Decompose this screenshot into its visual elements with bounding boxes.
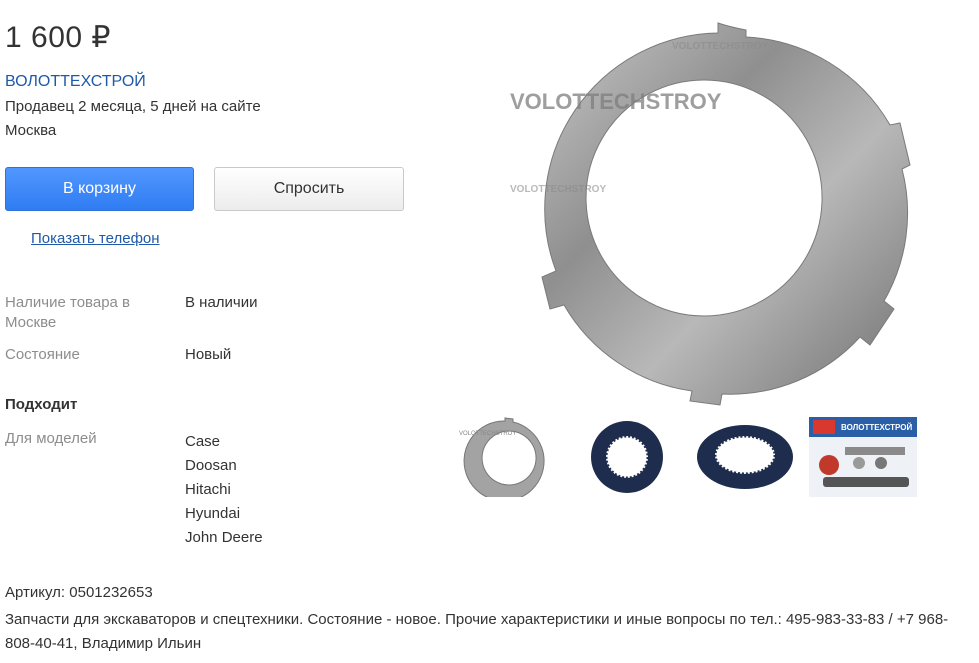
list-item: John Deere: [185, 529, 263, 546]
spec-value-availability: В наличии: [185, 294, 258, 311]
thumbnail-company-ad[interactable]: ВОЛОТТЕХСТРОЙ: [809, 417, 917, 497]
thumbnail-strip: VOLOTTECHSTROY ВОЛОТТЕХСТРОЙ: [455, 417, 917, 497]
spec-label-availability: Наличие товара в Москве: [5, 294, 131, 331]
ask-button[interactable]: Спросить: [214, 167, 404, 211]
article-number: Артикул: 0501232653: [5, 584, 153, 601]
show-phone-link[interactable]: Показать телефон: [31, 230, 160, 247]
spec-value-condition: Новый: [185, 346, 232, 363]
svg-text:VOLOTTECHSTROY: VOLOTTECHSTROY: [459, 431, 516, 437]
list-item: Hitachi: [185, 481, 231, 498]
main-photo[interactable]: VOLOTTECHSTROY VOLOTTECHSTROY VOLOTTECHS…: [490, 5, 972, 414]
spec-label-condition: Состояние: [5, 346, 80, 363]
watermark: VOLOTTECHSTROY: [510, 184, 606, 195]
seller-city: Москва: [5, 122, 57, 139]
seller-name-link[interactable]: ВОЛОТТЕХСТРОЙ: [5, 73, 146, 91]
list-item: Hyundai: [185, 505, 241, 522]
thumbnail-friction-disc[interactable]: [573, 417, 681, 497]
add-to-cart-button[interactable]: В корзину: [5, 167, 194, 211]
friction-disc-angle-thumb-icon: [697, 425, 793, 489]
thumbnail-friction-disc-angle[interactable]: [691, 417, 799, 497]
models-list: Case Doosan Hitachi Hyundai John Deere: [185, 430, 263, 550]
seller-since: Продавец 2 месяца, 5 дней на сайте: [5, 98, 261, 115]
models-label: Для моделей: [5, 430, 97, 447]
steel-disc-thumb-icon: VOLOTTECHSTROY: [459, 417, 545, 497]
steel-disc-image: VOLOTTECHSTROY VOLOTTECHSTROY VOLOTTECHS…: [490, 5, 972, 414]
list-item: Case: [185, 433, 221, 450]
friction-disc-thumb-icon: [591, 421, 663, 493]
list-item: Doosan: [185, 457, 237, 474]
thumbnail-steel-disc[interactable]: VOLOTTECHSTROY: [455, 417, 563, 497]
watermark: VOLOTTECHSTROY: [672, 41, 768, 52]
description: Запчасти для экскаваторов и спецтехники.…: [5, 611, 949, 652]
price: 1 600 ₽: [5, 21, 111, 54]
watermark: VOLOTTECHSTROY: [510, 89, 722, 114]
company-ad-title: ВОЛОТТЕХСТРОЙ: [841, 423, 913, 432]
fits-section-title: Подходит: [5, 396, 78, 413]
